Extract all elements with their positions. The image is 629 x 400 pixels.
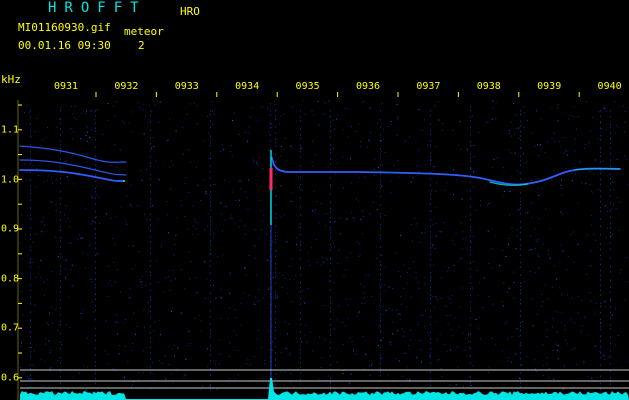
rule-layer	[20, 369, 629, 389]
meteor-head	[269, 168, 273, 190]
app-title: HROFFT	[48, 0, 147, 16]
noise-layer	[20, 100, 629, 391]
time-label-0933: 0933	[174, 81, 199, 92]
time-label-0934: 0934	[235, 81, 260, 92]
file-name: MI01160930.gif	[18, 21, 111, 34]
freq-label-0.8: 0.8	[1, 273, 20, 285]
hrofft-screen: HROFFT HRO MI01160930.gif meteor 00.01.1…	[0, 0, 629, 400]
time-label-0939: 0939	[537, 81, 562, 92]
meteor-count: 2	[138, 39, 145, 52]
time-label-0935: 0935	[295, 81, 320, 92]
freq-label-1.0: 1.0	[1, 174, 20, 186]
freq-label-0.9: 0.9	[1, 223, 20, 235]
unit-label: kHz	[1, 73, 21, 86]
time-label-0940: 0940	[597, 81, 622, 92]
time-label-0938: 0938	[476, 81, 501, 92]
time-label-0932: 0932	[114, 81, 139, 92]
trace-carrier-left	[19, 169, 125, 182]
timestamp: 00.01.16 09:30	[18, 39, 111, 52]
spectrogram-plot	[17, 92, 629, 400]
freq-label-1.1: 1.1	[1, 124, 20, 136]
meteor-label: meteor	[124, 25, 164, 38]
time-label-0931: 0931	[53, 81, 79, 92]
freq-label-0.6: 0.6	[1, 372, 20, 384]
trace-layer	[19, 145, 621, 395]
trace-carrier-right	[271, 157, 621, 186]
freq-label-0.7: 0.7	[1, 322, 20, 334]
tick-layer	[17, 92, 580, 400]
sub-title: HRO	[180, 5, 200, 18]
time-label-0936: 0936	[355, 81, 381, 92]
time-label-0937: 0937	[416, 81, 441, 92]
